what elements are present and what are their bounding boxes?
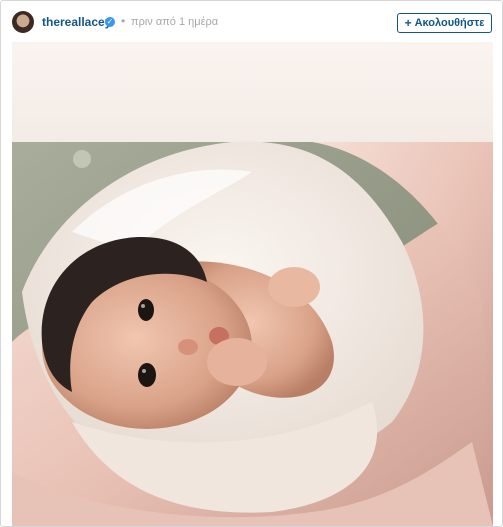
avatar[interactable]: [12, 11, 34, 33]
username-link[interactable]: thereallacey: [42, 15, 111, 29]
verified-icon: ✓: [105, 17, 115, 27]
post-photo[interactable]: [12, 42, 493, 526]
follow-label: Ακολουθήστε: [414, 17, 485, 29]
follow-button[interactable]: + Ακολουθήστε: [397, 13, 492, 33]
separator-dot: •: [121, 14, 126, 28]
post-card: thereallacey ✓ • πριν από 1 ημέρα + Ακολ…: [0, 0, 503, 527]
post-header: thereallacey ✓ • πριν από 1 ημέρα + Ακολ…: [1, 1, 502, 43]
plus-icon: +: [404, 16, 412, 30]
post-timestamp[interactable]: πριν από 1 ημέρα: [131, 16, 218, 28]
baby-photo-illustration: [12, 42, 493, 526]
